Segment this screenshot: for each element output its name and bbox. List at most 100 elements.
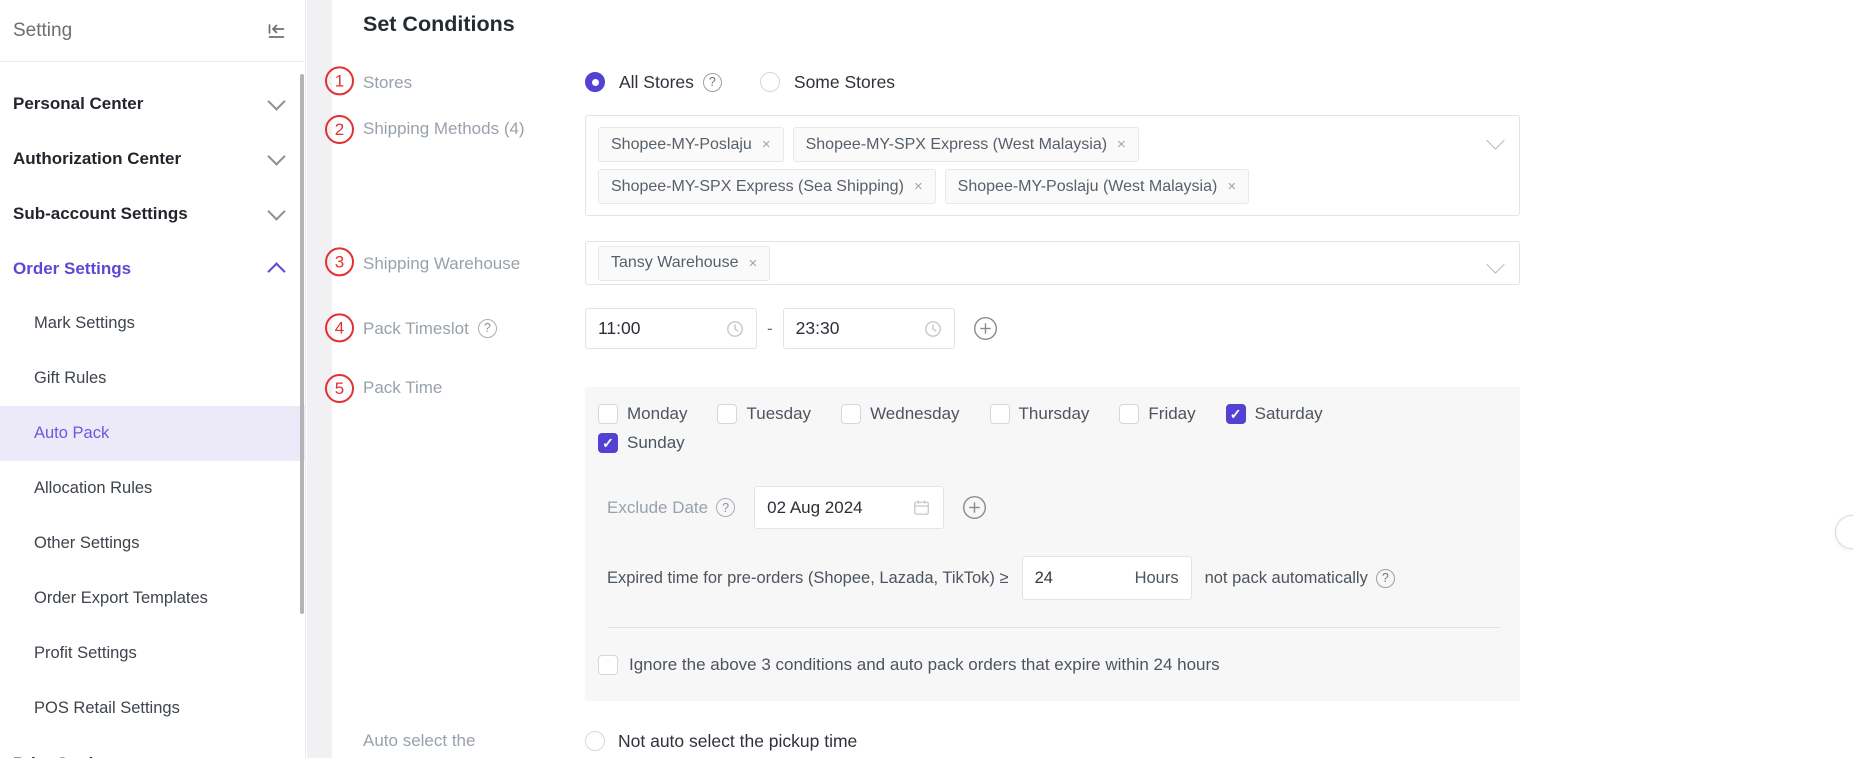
- collapse-sidebar-icon[interactable]: [265, 20, 287, 42]
- shipping-method-tag: Shopee-MY-SPX Express (West Malaysia) ×: [793, 127, 1139, 162]
- remove-tag-icon[interactable]: ×: [748, 256, 757, 271]
- annotation-circle-5: 5: [325, 374, 354, 403]
- not-auto-pickup-option-label[interactable]: Not auto select the pickup time: [618, 731, 857, 752]
- sidebar-item-gift-rules[interactable]: Gift Rules: [0, 351, 305, 406]
- sidebar-subitem-label: POS Retail Settings: [34, 699, 180, 718]
- sidebar-item-label: Print Settings: [13, 754, 124, 758]
- remove-tag-icon[interactable]: ×: [1227, 179, 1236, 194]
- expired-hours-input[interactable]: 24 Hours: [1022, 556, 1192, 600]
- ignore-conditions-label[interactable]: Ignore the above 3 conditions and auto p…: [629, 655, 1220, 675]
- annotation-circle-4: 4: [325, 313, 354, 342]
- stores-label-cell: 1 Stores: [363, 72, 585, 93]
- all-stores-help-icon[interactable]: ?: [703, 73, 722, 92]
- exclude-date-input[interactable]: 02 Aug 2024: [754, 486, 944, 529]
- weekday-option[interactable]: Friday: [1119, 401, 1195, 427]
- saturday-checkbox[interactable]: [1226, 404, 1246, 424]
- chevron-up-icon: [267, 262, 285, 280]
- pack-timeslot-controls: 11:00 - 23:30: [585, 308, 999, 349]
- tag-label: Shopee-MY-SPX Express (Sea Shipping): [611, 178, 904, 196]
- pack-timeslot-help-icon[interactable]: ?: [478, 319, 497, 338]
- add-exclude-date-icon[interactable]: [961, 494, 988, 521]
- chevron-down-icon: [267, 202, 285, 220]
- pack-timeslot-row: 4 Pack Timeslot ? 11:00 - 23:30: [363, 308, 1853, 349]
- sidebar-item-order-export-templates[interactable]: Order Export Templates: [0, 571, 305, 626]
- sunday-checkbox[interactable]: [598, 433, 618, 453]
- sidebar-item-order-settings[interactable]: Order Settings: [0, 241, 305, 296]
- timeslot-start-value: 11:00: [598, 318, 641, 339]
- sidebar-item-print-settings[interactable]: Print Settings: [0, 736, 305, 758]
- sidebar-item-mark-settings[interactable]: Mark Settings: [0, 296, 305, 351]
- sidebar-menu: Personal Center Authorization Center Sub…: [0, 62, 305, 758]
- ignore-conditions-checkbox[interactable]: [598, 655, 618, 675]
- timeslot-separator: -: [767, 319, 773, 339]
- clock-icon: [924, 320, 942, 338]
- expired-time-suffix: not pack automatically: [1205, 569, 1368, 588]
- weekday-label: Monday: [627, 404, 687, 424]
- shipping-warehouse-label: Shipping Warehouse: [363, 254, 520, 273]
- sidebar-item-other-settings[interactable]: Other Settings: [0, 516, 305, 571]
- monday-checkbox[interactable]: [598, 404, 618, 424]
- some-stores-option-label[interactable]: Some Stores: [794, 72, 895, 93]
- all-stores-option-label[interactable]: All Stores: [619, 72, 694, 93]
- wednesday-checkbox[interactable]: [841, 404, 861, 424]
- auto-pickup-label-cell: Auto select the pickup time: [363, 723, 585, 758]
- all-stores-radio[interactable]: [585, 72, 605, 92]
- timeslot-end-value: 23:30: [796, 318, 840, 339]
- weekday-label: Sunday: [627, 433, 685, 453]
- expired-time-help-icon[interactable]: ?: [1376, 569, 1395, 588]
- sidebar-item-profit-settings[interactable]: Profit Settings: [0, 626, 305, 681]
- shipping-warehouse-select[interactable]: Tansy Warehouse ×: [585, 241, 1520, 285]
- remove-tag-icon[interactable]: ×: [914, 179, 923, 194]
- shipping-warehouse-row: 3 Shipping Warehouse Tansy Warehouse ×: [363, 241, 1853, 285]
- sidebar-item-label: Sub-account Settings: [13, 204, 188, 224]
- chevron-down-icon: [1486, 131, 1504, 149]
- sidebar-item-personal-center[interactable]: Personal Center: [0, 76, 305, 131]
- sidebar-item-label: Order Settings: [13, 259, 131, 279]
- weekday-label: Saturday: [1255, 404, 1323, 424]
- sidebar-subitem-label: Mark Settings: [34, 314, 135, 333]
- remove-tag-icon[interactable]: ×: [762, 137, 771, 152]
- sidebar-item-pos-retail-settings[interactable]: POS Retail Settings: [0, 681, 305, 736]
- auto-pack-settings-page: Setting Personal Center Authorization Ce…: [0, 0, 1853, 758]
- stores-row: 1 Stores All Stores ? Some Stores: [363, 64, 1853, 100]
- pack-timeslot-label-cell: 4 Pack Timeslot ?: [363, 318, 585, 339]
- add-timeslot-icon[interactable]: [972, 315, 999, 342]
- sidebar-subitem-label: Other Settings: [34, 534, 139, 553]
- sidebar-item-auto-pack[interactable]: Auto Pack: [0, 406, 305, 461]
- panel-divider: [607, 627, 1500, 628]
- sidebar-item-authorization-center[interactable]: Authorization Center: [0, 131, 305, 186]
- page-title: Set Conditions: [363, 8, 1853, 40]
- weekday-option[interactable]: Sunday: [598, 430, 685, 456]
- not-auto-pickup-radio[interactable]: [585, 731, 605, 751]
- shipping-methods-label: Shipping Methods (4): [363, 119, 525, 138]
- thursday-checkbox[interactable]: [990, 404, 1010, 424]
- weekday-option[interactable]: Monday: [598, 401, 687, 427]
- expired-hours-unit: Hours: [1135, 569, 1179, 588]
- weekday-option[interactable]: Wednesday: [841, 401, 959, 427]
- sidebar-subitem-label: Order Export Templates: [34, 589, 208, 608]
- weekday-label: Friday: [1148, 404, 1195, 424]
- shipping-methods-row: 2 Shipping Methods (4) Shopee-MY-Poslaju…: [363, 115, 1853, 216]
- sidebar-item-allocation-rules[interactable]: Allocation Rules: [0, 461, 305, 516]
- annotation-circle-3: 3: [325, 247, 354, 276]
- chevron-down-icon: [267, 147, 285, 165]
- weekday-option[interactable]: Thursday: [990, 401, 1090, 427]
- tuesday-checkbox[interactable]: [717, 404, 737, 424]
- friday-checkbox[interactable]: [1119, 404, 1139, 424]
- sidebar-subitem-label: Allocation Rules: [34, 479, 152, 498]
- some-stores-radio[interactable]: [760, 72, 780, 92]
- exclude-date-help-icon[interactable]: ?: [716, 498, 735, 517]
- sidebar-subitem-label: Profit Settings: [34, 644, 137, 663]
- weekday-option[interactable]: Tuesday: [717, 401, 811, 427]
- weekday-option[interactable]: Saturday: [1226, 401, 1323, 427]
- sidebar-scrollbar[interactable]: [300, 74, 304, 614]
- sidebar-item-sub-account-settings[interactable]: Sub-account Settings: [0, 186, 305, 241]
- timeslot-start-input[interactable]: 11:00: [585, 308, 757, 349]
- remove-tag-icon[interactable]: ×: [1117, 137, 1126, 152]
- pack-time-label-cell: 5 Pack Time: [363, 377, 585, 701]
- stores-options: All Stores ? Some Stores: [585, 72, 895, 93]
- weekday-label: Wednesday: [870, 404, 959, 424]
- timeslot-end-input[interactable]: 23:30: [783, 308, 955, 349]
- shipping-methods-multiselect[interactable]: Shopee-MY-Poslaju × Shopee-MY-SPX Expres…: [585, 115, 1520, 216]
- auto-pickup-row: Auto select the pickup time Not auto sel…: [363, 723, 1853, 758]
